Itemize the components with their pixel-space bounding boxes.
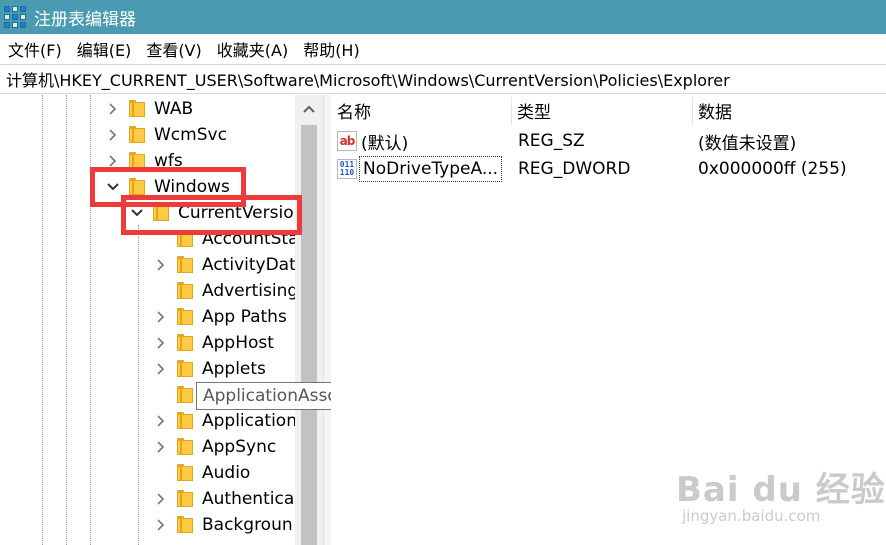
folder-icon [177, 360, 193, 377]
list-header: 名称 类型 数据 [331, 95, 886, 125]
folder-icon [177, 256, 193, 273]
folder-icon [177, 282, 193, 299]
value-name-cell: NoDriveTypeA... [359, 155, 503, 183]
tree-item[interactable]: Application [0, 408, 305, 434]
tree-item-label[interactable]: AppHost [202, 333, 274, 353]
folder-icon [177, 386, 193, 403]
chevron-right-icon[interactable] [104, 96, 122, 122]
tree-item-label[interactable]: WcmSvc [154, 125, 227, 145]
tree-item-label[interactable]: Audio [202, 463, 250, 483]
chevron-right-icon[interactable] [152, 252, 170, 278]
baidu-jingyan-watermark: Bai du 经验 jingyan.baidu.com [676, 462, 886, 525]
address-path[interactable]: 计算机\HKEY_CURRENT_USER\Software\Microsoft… [6, 67, 730, 91]
folder-icon [129, 100, 145, 117]
column-header-type[interactable]: 类型 [511, 95, 692, 125]
chevron-right-icon[interactable] [152, 408, 170, 434]
string-value-icon: ab [337, 131, 357, 151]
tree-item[interactable]: Advertising [0, 278, 305, 304]
tree-item[interactable]: Backgroun [0, 512, 305, 538]
menu-bar: 文件(F) 编辑(E) 查看(V) 收藏夹(A) 帮助(H) [0, 34, 886, 64]
value-name[interactable]: (默认) [361, 127, 408, 155]
value-data: 0x000000ff (255) [698, 159, 847, 179]
tree-item-label[interactable]: Applets [202, 359, 266, 379]
column-header-name[interactable]: 名称 [331, 95, 511, 125]
chevron-right-icon[interactable] [104, 122, 122, 148]
tree-item[interactable]: AppHost [0, 330, 305, 356]
tree-item-label[interactable]: ActivityDat [202, 255, 296, 275]
title-bar: 注册表编辑器 [0, 0, 886, 34]
menu-help[interactable]: 帮助(H) [297, 37, 366, 61]
tree-item-label[interactable]: App Paths [202, 307, 287, 327]
binary-value-icon: 011 110 [337, 159, 357, 179]
tree-item-label[interactable]: Advertising [202, 281, 298, 301]
folder-icon [177, 412, 193, 429]
window-title: 注册表编辑器 [34, 9, 136, 30]
binary-icon-glyph: 110 [339, 168, 355, 177]
folder-icon [177, 464, 193, 481]
pane-splitter[interactable] [323, 95, 331, 545]
tree-item[interactable]: Audio [0, 460, 305, 486]
scroll-up-arrow-icon[interactable] [295, 95, 323, 123]
tree-item[interactable]: ActivityDat [0, 252, 305, 278]
tree-item[interactable]: Applets [0, 356, 305, 382]
tree-item-label[interactable]: Authentica [202, 489, 294, 509]
chevron-right-icon[interactable] [152, 434, 170, 460]
value-icon-cell: ab [337, 127, 357, 155]
tree-item[interactable]: WAB [0, 96, 305, 122]
list-row[interactable]: ab (默认) REG_SZ (数值未设置) [331, 127, 886, 155]
folder-icon [177, 308, 193, 325]
highlight-box-currentversion [121, 195, 302, 235]
key-tree[interactable]: WAB WcmSvc wfs Windows CurrentVersio AccountS… [0, 95, 305, 545]
tree-item[interactable]: AppSync [0, 434, 305, 460]
folder-icon [129, 126, 145, 143]
tree-item[interactable]: App Paths [0, 304, 305, 330]
tree-scrollbar[interactable] [295, 95, 323, 545]
menu-favorites[interactable]: 收藏夹(A) [211, 37, 294, 61]
menu-view[interactable]: 查看(V) [140, 37, 207, 61]
column-header-data[interactable]: 数据 [692, 95, 886, 125]
tree-item-label[interactable]: Backgroun [202, 515, 293, 535]
tree-item[interactable]: Authentica [0, 486, 305, 512]
tree-item-label[interactable]: Application [202, 411, 297, 431]
menu-file[interactable]: 文件(F) [0, 37, 68, 61]
chevron-right-icon[interactable] [152, 512, 170, 538]
list-row[interactable]: 011 110 NoDriveTypeA... REG_DWORD 0x0000… [331, 155, 886, 183]
folder-icon [177, 334, 193, 351]
tree-item-label[interactable]: AppSync [202, 437, 276, 457]
chevron-right-icon[interactable] [152, 304, 170, 330]
folder-icon [177, 516, 193, 533]
scroll-thumb[interactable] [301, 125, 317, 545]
address-bar[interactable]: 计算机\HKEY_CURRENT_USER\Software\Microsoft… [0, 64, 886, 94]
folder-icon [177, 438, 193, 455]
value-type: REG_DWORD [518, 159, 631, 179]
chevron-right-icon[interactable] [152, 356, 170, 382]
value-type: REG_SZ [518, 131, 585, 151]
chevron-right-icon[interactable] [152, 486, 170, 512]
menu-edit[interactable]: 编辑(E) [71, 37, 138, 61]
tree-item-label[interactable]: WAB [154, 99, 193, 119]
value-icon-cell: 011 110 [337, 155, 357, 183]
tree-item[interactable]: WcmSvc [0, 122, 305, 148]
folder-icon [177, 490, 193, 507]
value-name[interactable]: NoDriveTypeA... [359, 156, 503, 182]
regedit-app-icon [4, 6, 26, 28]
watermark-logo: Bai du 经验 [676, 470, 886, 510]
value-data: (数值未设置) [698, 133, 797, 154]
chevron-right-icon[interactable] [152, 330, 170, 356]
